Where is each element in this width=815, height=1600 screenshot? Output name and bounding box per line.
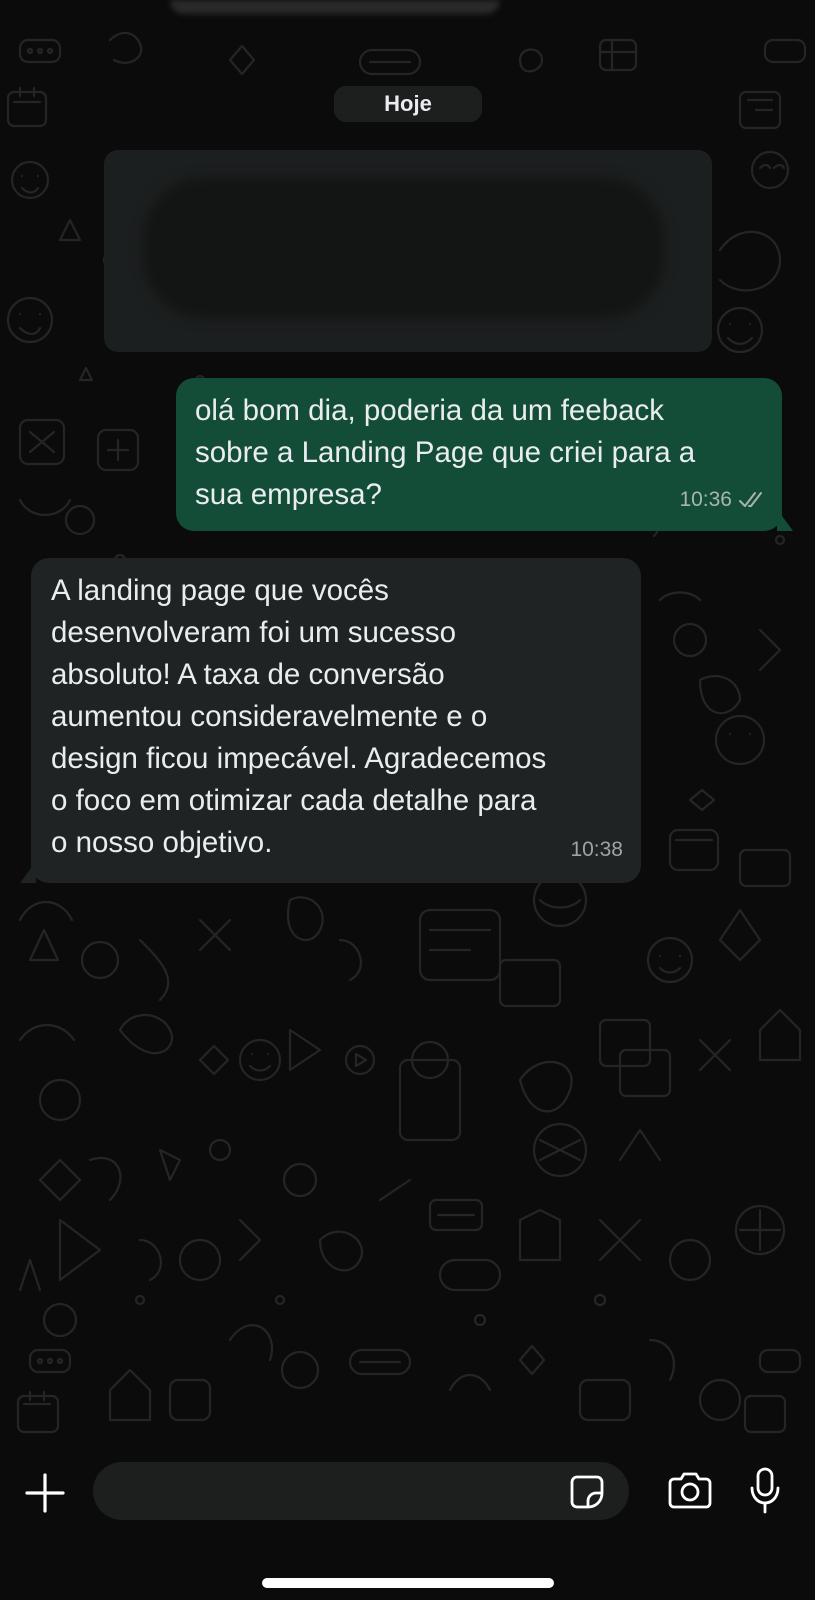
redacted-message xyxy=(104,150,712,352)
message-text: A landing page que vocês desenvolveram f… xyxy=(51,574,547,859)
sticker-icon[interactable] xyxy=(569,1474,605,1510)
incoming-message[interactable]: A landing page que vocês desenvolveram f… xyxy=(20,558,641,883)
message-time: 10:38 xyxy=(570,838,623,861)
message-time: 10:36 xyxy=(679,488,732,511)
bubble-tail xyxy=(20,861,36,883)
double-check-icon xyxy=(739,492,762,507)
redaction-scribble xyxy=(144,178,664,318)
date-chip-label: Hoje xyxy=(384,91,432,116)
message-input[interactable] xyxy=(93,1462,629,1520)
bubble-tail xyxy=(777,509,793,531)
camera-icon[interactable] xyxy=(666,1471,714,1511)
microphone-icon[interactable] xyxy=(748,1466,782,1516)
message-meta: 10:38 xyxy=(570,829,623,871)
home-indicator[interactable] xyxy=(262,1578,554,1588)
message-meta: 10:36 xyxy=(679,479,766,521)
plus-icon[interactable] xyxy=(24,1472,66,1514)
date-chip: Hoje xyxy=(334,86,482,122)
outgoing-message[interactable]: olá bom dia, poderia da um feeback sobre… xyxy=(176,378,793,531)
redacted-header-smudge xyxy=(170,0,500,14)
